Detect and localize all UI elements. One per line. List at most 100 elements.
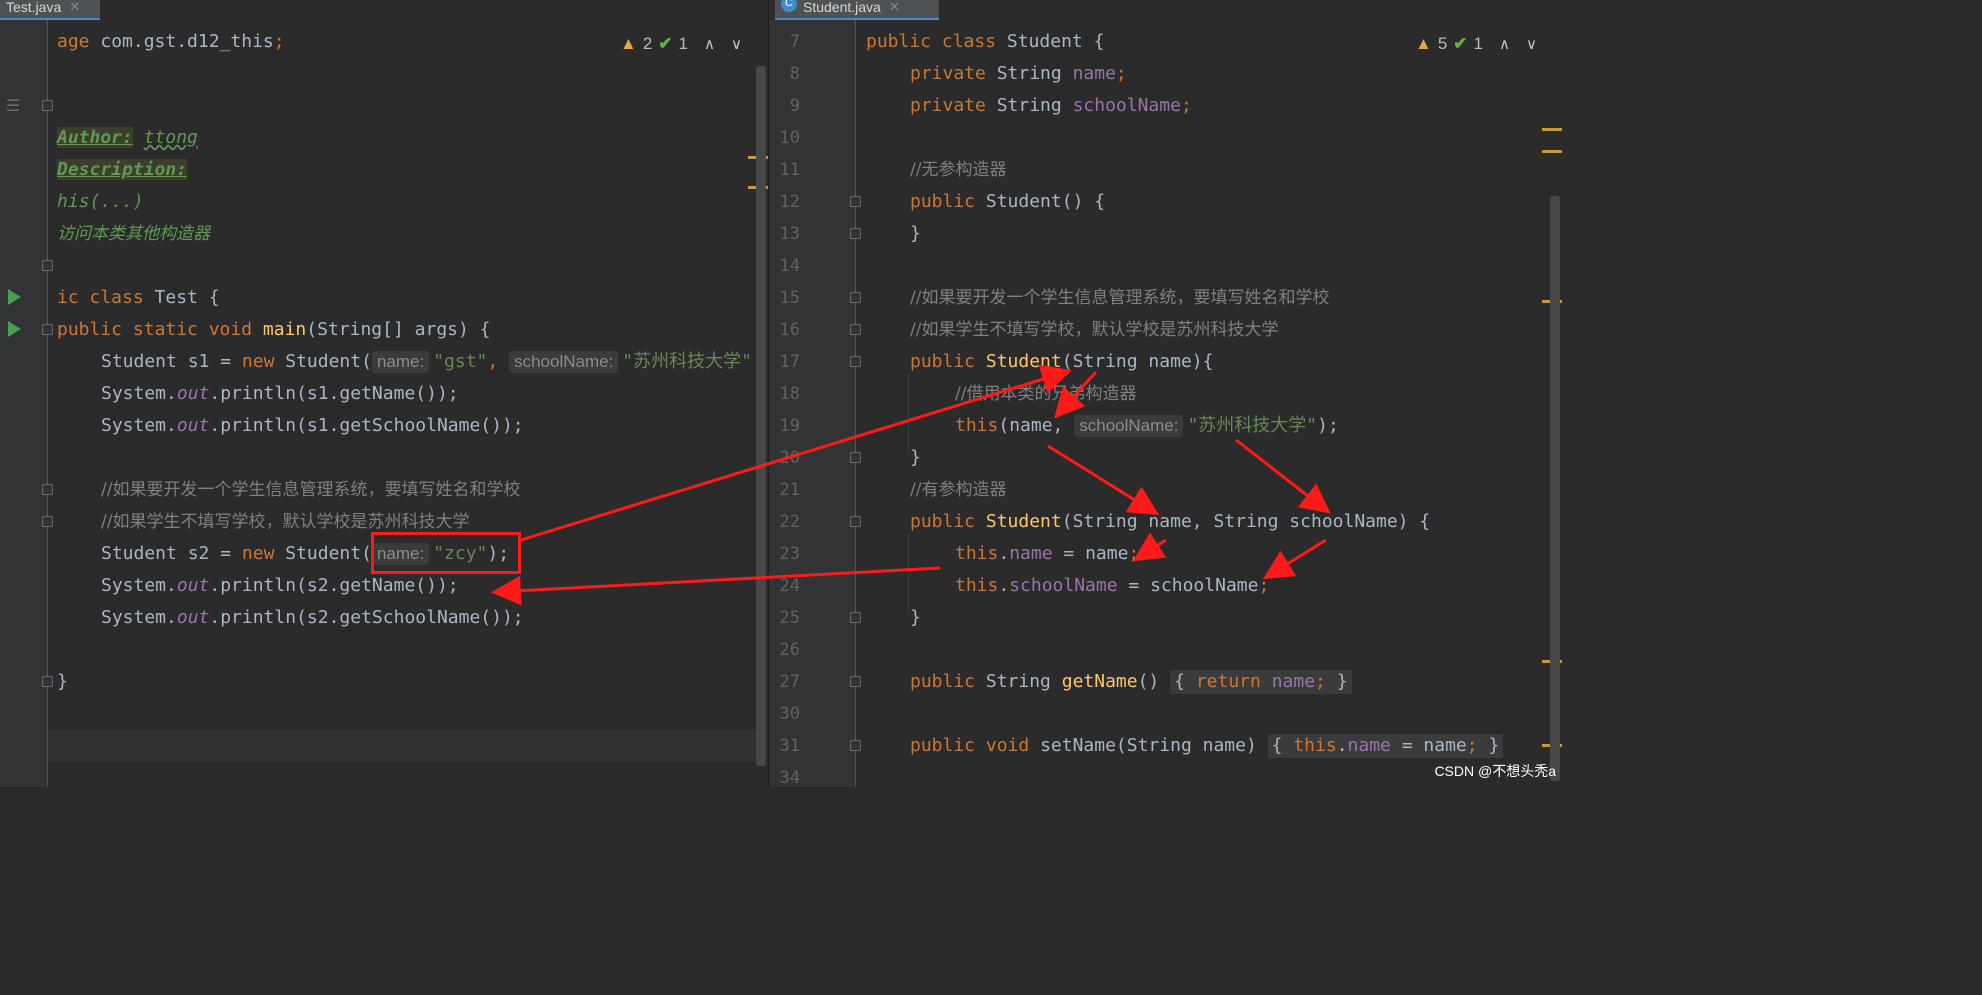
right-editor-pane[interactable]: C Student.java ✕ 7 8 9 10 11 12 13 14 15 16 17 18 19… [769, 0, 1568, 787]
current-line-highlight [48, 730, 763, 762]
chevron-up-icon[interactable]: ∧ [1499, 35, 1510, 53]
code-comment-1: //如果要开发一个学生信息管理系统，要填写姓名和学校 [101, 480, 521, 500]
fold-marker-icon[interactable] [42, 484, 53, 495]
check-icon: ✔ [658, 34, 673, 53]
code-line-20: } [910, 447, 921, 468]
warning-count: 2 [642, 34, 653, 53]
line-number: 17 [779, 352, 800, 372]
fold-marker-icon[interactable] [850, 196, 861, 207]
code-comment-2: //如果学生不填写学校，默认学校是苏州科技大学 [101, 512, 470, 532]
inspection-indicators[interactable]: ▲ 5 ✔ 1 ∧ ∨ [1415, 34, 1537, 54]
param-hint: schoolName: [1074, 415, 1184, 437]
line-number: 10 [779, 128, 800, 148]
param-hint: name: [371, 351, 430, 373]
scroll-marker[interactable] [1542, 128, 1562, 131]
code-line-close: } [57, 671, 68, 692]
code-line-package: age com.gst.d12_this; [57, 31, 285, 52]
line-number: 12 [779, 192, 800, 212]
line-number: 18 [779, 384, 800, 404]
code-line-15: //如果要开发一个学生信息管理系统，要填写姓名和学校 [910, 288, 1330, 308]
close-icon[interactable]: ✕ [69, 0, 80, 14]
line-number: 26 [779, 640, 800, 660]
chevron-down-icon[interactable]: ∨ [1526, 35, 1537, 53]
fold-marker-icon[interactable] [850, 356, 861, 367]
left-editor-pane[interactable]: Test.java ✕ ☰ ▲ 2 ✔ 1 ∧ ∨ age com.gst.d12_… [0, 0, 768, 787]
code-line-main: public static void main(String[] args) { [57, 319, 491, 340]
chevron-up-icon[interactable]: ∧ [704, 35, 715, 53]
param-hint: schoolName: [509, 351, 619, 373]
code-line-19: this(name, schoolName: "苏州科技大学"); [955, 415, 1339, 437]
fold-marker-icon[interactable] [850, 452, 861, 463]
code-line-16: //如果学生不填写学校，默认学校是苏州科技大学 [910, 320, 1279, 340]
code-line-doc-this: his(...) [57, 191, 144, 212]
tab-student-java[interactable]: C Student.java ✕ [775, 0, 939, 20]
check-icon: ✔ [1453, 34, 1468, 53]
fold-marker-icon[interactable] [850, 324, 861, 335]
code-line-11: //无参构造器 [910, 160, 1007, 180]
line-number: 15 [779, 288, 800, 308]
fold-marker-icon[interactable] [42, 676, 53, 687]
code-line-println-s1-name: System.out.println(s1.getName()); [101, 383, 459, 404]
code-line-class: ic class Test { [57, 287, 220, 308]
left-gutter [0, 20, 47, 787]
highlight-box [371, 532, 521, 574]
line-number: 22 [779, 512, 800, 532]
folded-body: { this.name = name; } [1267, 734, 1504, 758]
tab-label: Test.java [6, 0, 62, 15]
code-line-9: private String schoolName; [910, 95, 1192, 116]
line-number: 14 [779, 256, 800, 276]
warning-icon: ▲ [1415, 34, 1432, 53]
warning-icon: ▲ [620, 34, 637, 53]
class-icon: C [781, 0, 797, 12]
line-number: 31 [779, 736, 800, 756]
line-number: 8 [789, 64, 800, 84]
code-line-27: public String getName() { return name; } [910, 670, 1352, 694]
vertical-scrollbar[interactable] [1550, 196, 1560, 781]
code-line-println-s1-school: System.out.println(s1.getSchoolName()); [101, 415, 524, 436]
indent-guide [908, 534, 909, 614]
code-line-21: //有参构造器 [910, 480, 1007, 500]
fold-marker-icon[interactable] [42, 100, 53, 111]
fold-marker-icon[interactable] [850, 292, 861, 303]
fold-expand-icon[interactable] [850, 676, 861, 687]
code-line-31: public void setName(String name) { this.… [910, 734, 1504, 758]
code-line-18: //借用本类的兄弟构造器 [955, 384, 1137, 404]
code-line-23: this.name = name; [955, 543, 1140, 564]
fold-marker-icon[interactable] [850, 228, 861, 239]
code-line-25: } [910, 607, 921, 628]
code-line-println-s2-school: System.out.println(s2.getSchoolName()); [101, 607, 524, 628]
check-count: 1 [678, 34, 689, 53]
line-number: 13 [779, 224, 800, 244]
line-number: 27 [779, 672, 800, 692]
run-main-icon[interactable] [8, 321, 21, 337]
tab-label: Student.java [803, 0, 881, 15]
line-number: 11 [779, 160, 800, 180]
warning-count: 5 [1437, 34, 1448, 53]
vertical-scrollbar[interactable] [756, 66, 766, 766]
scroll-marker[interactable] [1542, 150, 1562, 153]
fold-marker-icon[interactable] [42, 324, 53, 335]
gutter-border [47, 20, 48, 787]
fold-marker-icon[interactable] [42, 260, 53, 271]
line-number: 20 [779, 448, 800, 468]
tab-test-java[interactable]: Test.java ✕ [0, 0, 100, 20]
code-line-description: Description: [57, 159, 188, 180]
code-line-s1: Student s1 = new Student(name: "gst", sch… [101, 351, 752, 373]
inspection-indicators[interactable]: ▲ 2 ✔ 1 ∧ ∨ [620, 34, 742, 54]
code-line-doc-cn: 访问本类其他构造器 [57, 224, 210, 244]
gutter-border [855, 20, 856, 787]
line-number: 19 [779, 416, 800, 436]
close-icon[interactable]: ✕ [889, 0, 900, 14]
code-line-7: public class Student { [866, 31, 1105, 52]
fold-marker-icon[interactable] [850, 612, 861, 623]
run-class-icon[interactable] [8, 289, 21, 305]
fold-marker-icon[interactable] [42, 516, 53, 527]
structure-icon[interactable]: ☰ [6, 96, 20, 115]
folded-body: { return name; } [1170, 670, 1352, 694]
line-number: 23 [779, 544, 800, 564]
chevron-down-icon[interactable]: ∨ [731, 35, 742, 53]
fold-expand-icon[interactable] [850, 740, 861, 751]
fold-marker-icon[interactable] [850, 516, 861, 527]
line-number: 21 [779, 480, 800, 500]
code-line-println-s2-name: System.out.println(s2.getName()); [101, 575, 459, 596]
